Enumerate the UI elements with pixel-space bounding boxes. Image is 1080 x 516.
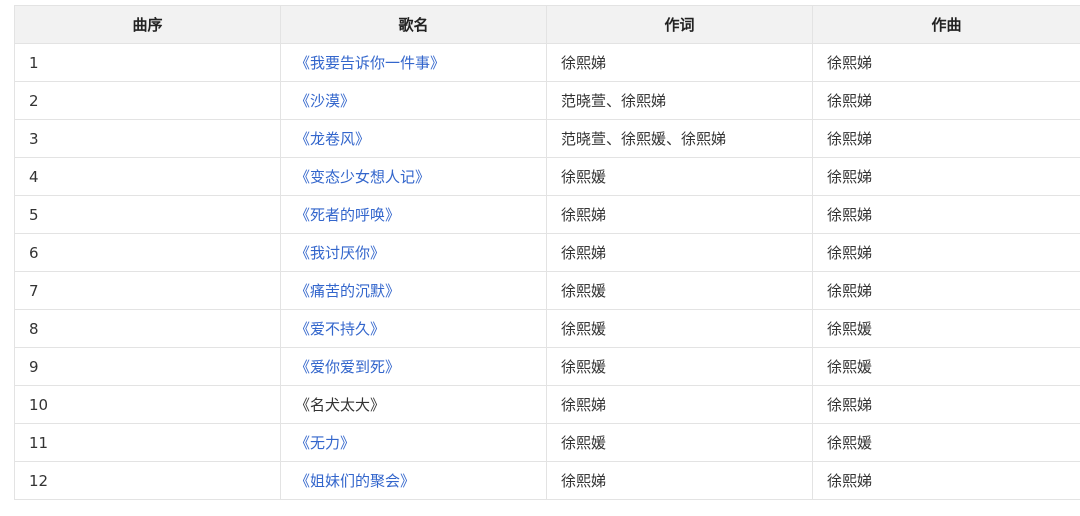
song-title-cell[interactable]: 《痛苦的沉默》 [280,271,547,310]
table-row: 8 《爱不持久》 徐熙媛 徐熙媛 [14,309,1080,348]
composer-cell: 徐熙媛 [812,423,1080,462]
song-title-link[interactable]: 《我要告诉你一件事》 [295,54,445,72]
track-number-cell: 1 [14,43,281,82]
table-row: 9 《爱你爱到死》 徐熙媛 徐熙媛 [14,347,1080,386]
song-title-cell[interactable]: 《无力》 [280,423,547,462]
tracklist-container: 曲序 歌名 作词 作曲 1 《我要告诉你一件事》 徐熙娣 徐熙娣 2 《沙漠》 范晓萱、徐熙… [14,5,1080,500]
song-title-cell[interactable]: 《我要告诉你一件事》 [280,43,547,82]
header-song-title: 歌名 [280,5,547,44]
song-title-cell[interactable]: 《姐妹们的聚会》 [280,461,547,500]
composer-cell: 徐熙娣 [812,195,1080,234]
table-row: 11 《无力》 徐熙媛 徐熙媛 [14,423,1080,462]
composer-cell: 徐熙娣 [812,157,1080,196]
table-row: 10 《名犬太大》 徐熙娣 徐熙娣 [14,385,1080,424]
header-lyricist: 作词 [546,5,813,44]
composer-cell: 徐熙娣 [812,81,1080,120]
song-title-link[interactable]: 《爱不持久》 [295,320,385,338]
table-row: 2 《沙漠》 范晓萱、徐熙娣 徐熙娣 [14,81,1080,120]
track-number-cell: 11 [14,423,281,462]
track-number-cell: 2 [14,81,281,120]
composer-cell: 徐熙媛 [812,347,1080,386]
song-title-cell[interactable]: 《死者的呼唤》 [280,195,547,234]
header-composer: 作曲 [812,5,1080,44]
table-row: 12 《姐妹们的聚会》 徐熙娣 徐熙娣 [14,461,1080,500]
song-title-link[interactable]: 《姐妹们的聚会》 [295,472,415,490]
lyricist-cell: 徐熙媛 [546,271,813,310]
lyricist-cell: 徐熙娣 [546,461,813,500]
composer-cell: 徐熙娣 [812,385,1080,424]
tracklist-table: 曲序 歌名 作词 作曲 1 《我要告诉你一件事》 徐熙娣 徐熙娣 2 《沙漠》 范晓萱、徐熙… [14,5,1080,500]
song-title-link[interactable]: 《痛苦的沉默》 [295,282,400,300]
song-title-cell[interactable]: 《爱你爱到死》 [280,347,547,386]
table-row: 5 《死者的呼唤》 徐熙娣 徐熙娣 [14,195,1080,234]
song-title-cell[interactable]: 《龙卷风》 [280,119,547,158]
composer-cell: 徐熙娣 [812,271,1080,310]
lyricist-cell: 徐熙媛 [546,157,813,196]
lyricist-cell: 范晓萱、徐熙媛、徐熙娣 [546,119,813,158]
table-header: 曲序 歌名 作词 作曲 [14,5,1080,44]
composer-cell: 徐熙媛 [812,309,1080,348]
lyricist-cell: 徐熙媛 [546,347,813,386]
track-number-cell: 7 [14,271,281,310]
track-number-cell: 10 [14,385,281,424]
table-row: 3 《龙卷风》 范晓萱、徐熙媛、徐熙娣 徐熙娣 [14,119,1080,158]
composer-cell: 徐熙娣 [812,461,1080,500]
table-row: 1 《我要告诉你一件事》 徐熙娣 徐熙娣 [14,43,1080,82]
track-number-cell: 8 [14,309,281,348]
table-row: 7 《痛苦的沉默》 徐熙媛 徐熙娣 [14,271,1080,310]
lyricist-cell: 徐熙媛 [546,423,813,462]
table-row: 4 《变态少女想人记》 徐熙媛 徐熙娣 [14,157,1080,196]
lyricist-cell: 范晓萱、徐熙娣 [546,81,813,120]
song-title-text: 《名犬太大》 [295,396,386,414]
track-number-cell: 9 [14,347,281,386]
composer-cell: 徐熙娣 [812,119,1080,158]
song-title-cell[interactable]: 《沙漠》 [280,81,547,120]
track-number-cell: 6 [14,233,281,272]
song-title-cell[interactable]: 《我讨厌你》 [280,233,547,272]
song-title-link[interactable]: 《无力》 [295,434,355,452]
song-title-cell[interactable]: 《变态少女想人记》 [280,157,547,196]
lyricist-cell: 徐熙媛 [546,309,813,348]
song-title-cell: 《名犬太大》 [280,385,547,424]
header-track-number: 曲序 [14,5,281,44]
song-title-link[interactable]: 《死者的呼唤》 [295,206,400,224]
lyricist-cell: 徐熙娣 [546,195,813,234]
lyricist-cell: 徐熙娣 [546,233,813,272]
track-number-cell: 12 [14,461,281,500]
song-title-link[interactable]: 《沙漠》 [295,92,355,110]
table-row: 6 《我讨厌你》 徐熙娣 徐熙娣 [14,233,1080,272]
composer-cell: 徐熙娣 [812,43,1080,82]
track-number-cell: 3 [14,119,281,158]
lyricist-cell: 徐熙娣 [546,43,813,82]
song-title-link[interactable]: 《龙卷风》 [295,130,370,148]
song-title-link[interactable]: 《我讨厌你》 [295,244,385,262]
track-number-cell: 4 [14,157,281,196]
song-title-cell[interactable]: 《爱不持久》 [280,309,547,348]
table-body: 1 《我要告诉你一件事》 徐熙娣 徐熙娣 2 《沙漠》 范晓萱、徐熙娣 徐熙娣 3 《龙卷风》 范晓… [14,43,1080,500]
composer-cell: 徐熙娣 [812,233,1080,272]
song-title-link[interactable]: 《爱你爱到死》 [295,358,400,376]
track-number-cell: 5 [14,195,281,234]
header-row: 曲序 歌名 作词 作曲 [14,5,1080,44]
song-title-link[interactable]: 《变态少女想人记》 [295,168,430,186]
lyricist-cell: 徐熙娣 [546,385,813,424]
